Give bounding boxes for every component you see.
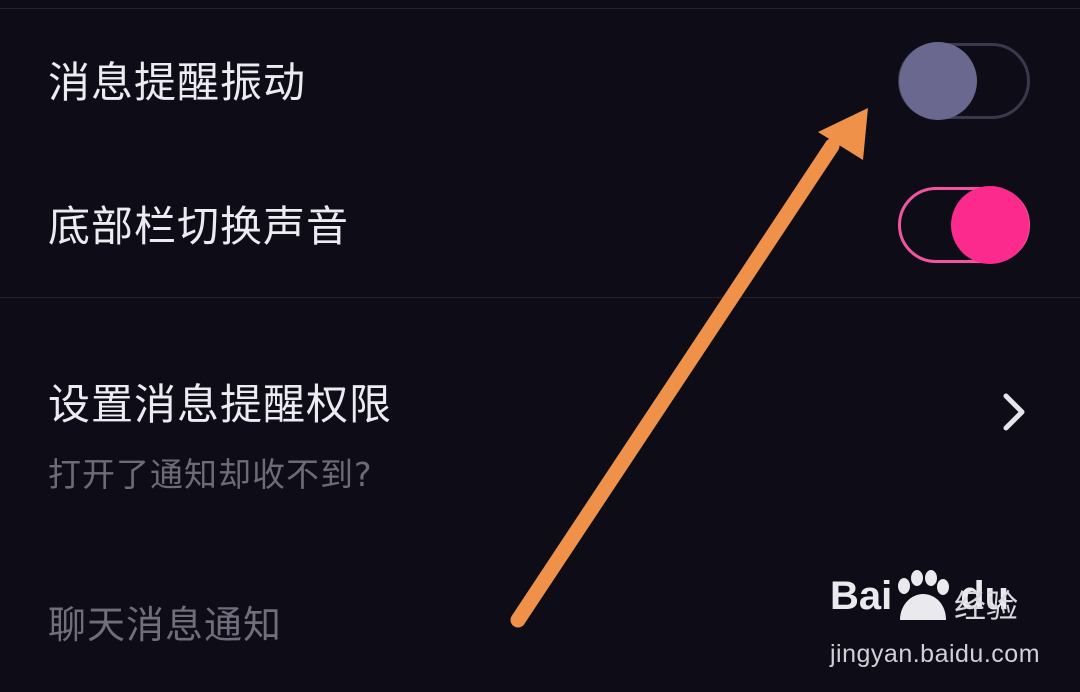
top-divider [0,8,1080,9]
chevron-right-icon [1003,393,1025,431]
permission-label: 设置消息提醒权限 [48,380,393,429]
watermark-product: 经验 [954,587,1019,625]
watermark-url: jingyan.baidu.com [830,640,1041,668]
tab-sound-label: 底部栏切换声音 [48,202,350,251]
baidu-jingyan-watermark: Bai du 经验 jingyan.baidu.com [826,570,1056,676]
watermark-brand-left: Bai [830,574,893,618]
baidu-paw-icon [898,570,949,620]
vibration-toggle[interactable] [898,42,1030,120]
toggle-knob [951,186,1029,264]
permission-subtitle: 打开了通知却收不到? [48,455,373,494]
vibration-label: 消息提醒振动 [48,58,307,107]
section-divider [0,297,1080,298]
chat-section-title: 聊天消息通知 [48,603,283,647]
toggle-knob [899,42,977,120]
tab-sound-toggle[interactable] [898,186,1030,264]
